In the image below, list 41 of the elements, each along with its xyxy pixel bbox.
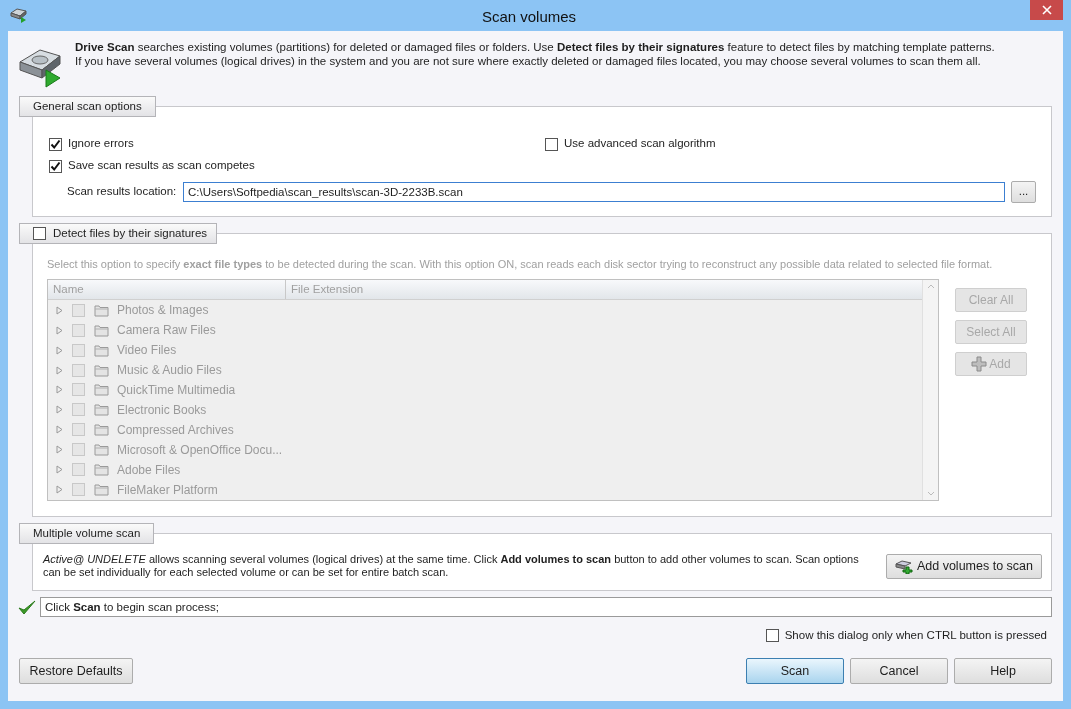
folder-icon (94, 383, 109, 397)
field-label: Scan results location: (67, 184, 178, 200)
group-title: Multiple volume scan (33, 525, 141, 541)
checkbox[interactable] (765, 629, 779, 643)
status-text: Click Scan to begin scan process; (40, 597, 1052, 617)
checkbox-label: Ignore errors (68, 136, 134, 152)
description-text: If you have several volumes (logical drives) in the system and you are not sure where exactly deleted or damaged files located, you may choose several volumes to scan them all. (75, 54, 982, 68)
dialog-button[interactable]: Help (954, 658, 1052, 685)
restore-defaults-button[interactable]: Restore Defaults (19, 658, 133, 685)
checkbox-label: Save scan results as scan competes (68, 158, 255, 174)
group-title: Detect files by their signatures (53, 225, 208, 241)
description-text: Select this option to specify exact file types to be detected during the scan. With this option ON, scan reads each disk sector trying to reconstruct any possible data related to selected file format. (47, 257, 994, 272)
dialog-button[interactable]: Cancel (850, 658, 948, 685)
path-input[interactable]: C:\Users\Softpedia\scan_results\scan-3D-2233B.scan (183, 182, 1005, 202)
checkmark-icon (18, 598, 36, 616)
plus-icon (971, 355, 988, 372)
folder-icon (94, 403, 109, 417)
checkbox[interactable] (49, 137, 62, 151)
dialog-button[interactable]: Scan (746, 658, 844, 685)
folder-icon (94, 363, 109, 377)
folder-icon (94, 443, 109, 457)
checkbox[interactable] (49, 159, 62, 173)
close-icon (1041, 5, 1052, 15)
browse-button[interactable]: ... (1011, 181, 1036, 203)
drive-icon (9, 7, 28, 23)
group-title: General scan options (33, 98, 142, 114)
checkbox[interactable] (545, 137, 558, 151)
folder-icon (94, 423, 109, 437)
description-text: Active@ UNDELETE allows scanning several volumes (logical drives) at the same time. Click Add volumes to scan button to add other volumes to scan. Scan options can be set individually for each selected volume or can be set for entire batch scan. (43, 553, 860, 579)
description-text: Drive Scan searches existing volumes (partitions) for deleted or damaged files or folders. Use Detect files by their signatures feature to detect files by matching template patterns. (75, 40, 995, 54)
folder-icon (94, 483, 109, 496)
folder-icon (94, 323, 109, 337)
drive-add-icon (894, 558, 913, 574)
checkbox-label: Use advanced scan algorithm (564, 136, 716, 152)
folder-icon (94, 303, 109, 317)
folder-icon (94, 463, 109, 477)
checkbox-label: Show this dialog only when CTRL button is pressed (784, 628, 1047, 643)
close-button[interactable] (1030, 0, 1063, 20)
add-volumes-button[interactable]: Add volumes to scan (885, 553, 1042, 579)
folder-icon (94, 343, 109, 357)
window-title: Scan volumes (480, 7, 578, 27)
